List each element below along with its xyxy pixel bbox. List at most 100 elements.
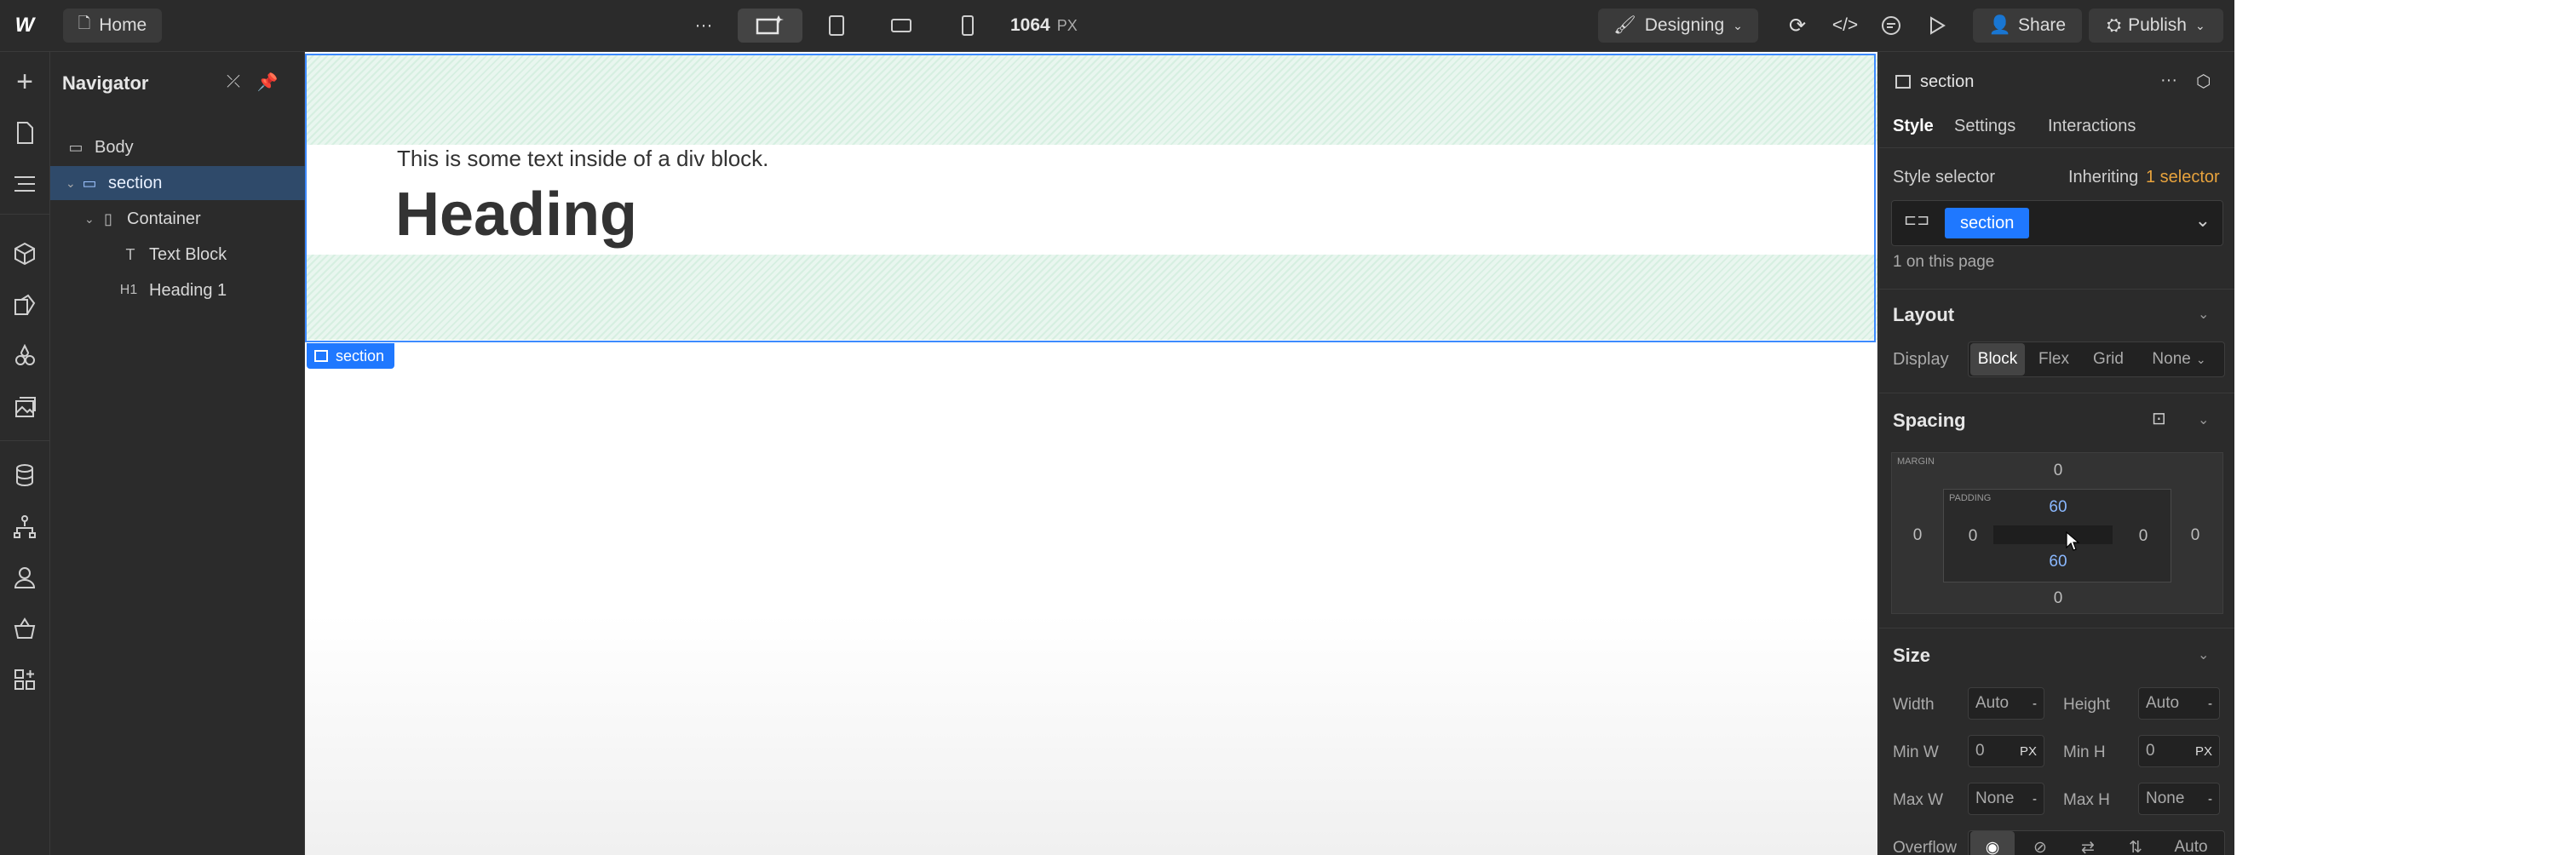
overflow-scroll-option[interactable]: ⇄ xyxy=(2066,831,2110,855)
min-width-input[interactable]: 0 PX xyxy=(1968,735,2044,767)
display-grid-option[interactable]: Grid xyxy=(2083,343,2134,376)
nav-item-container[interactable]: ⌄ ▯ Container xyxy=(50,202,338,236)
panel-more-button[interactable]: ··· xyxy=(2160,71,2177,90)
unit-dropdown-icon[interactable]: - xyxy=(2208,697,2212,711)
users-icon[interactable] xyxy=(9,561,41,594)
preview-button[interactable] xyxy=(1920,9,1954,43)
display-none-dropdown[interactable]: None ⌄ xyxy=(2137,343,2221,376)
play-icon xyxy=(1930,16,1946,35)
chevron-down-icon: ⌄ xyxy=(66,175,76,190)
assets-icon[interactable] xyxy=(9,391,41,423)
share-button[interactable]: 👤 Share xyxy=(1973,9,2082,43)
navigator-icon[interactable] xyxy=(9,168,41,200)
spacing-mode-button[interactable]: ⊡ xyxy=(2152,408,2166,429)
style-panel: section ··· ⬡ Style Settings Interaction… xyxy=(1878,52,2234,855)
unit-dropdown-icon[interactable]: - xyxy=(2033,792,2037,806)
min-width-unit[interactable]: PX xyxy=(2020,744,2037,759)
pages-icon[interactable] xyxy=(9,117,41,149)
size-section-title[interactable]: Size xyxy=(1893,645,1930,667)
section-icon: ▭ xyxy=(82,174,97,192)
apps-icon[interactable] xyxy=(9,663,41,696)
margin-top-value[interactable]: 0 xyxy=(2041,462,2075,480)
sync-button[interactable]: ⟳ xyxy=(1780,9,1814,43)
variables-icon[interactable] xyxy=(9,289,41,321)
margin-label: MARGIN xyxy=(1897,456,1935,467)
margin-left-value[interactable]: 0 xyxy=(1900,526,1935,545)
tab-settings[interactable]: Settings xyxy=(1954,117,2015,136)
tab-interactions[interactable]: Interactions xyxy=(2048,117,2136,136)
comments-button[interactable] xyxy=(1874,9,1908,43)
ecommerce-icon[interactable] xyxy=(9,612,41,645)
publish-button[interactable]: ⛭ Publish ⌄ xyxy=(2089,9,2223,43)
overflow-visible-option[interactable]: ◉ xyxy=(1970,831,2015,855)
overflow-clip-option[interactable]: ⇅ xyxy=(2113,831,2158,855)
display-block-option[interactable]: Block xyxy=(1970,343,2025,376)
container-icon: ▯ xyxy=(104,209,112,227)
display-segmented-control: Block Flex Grid None ⌄ xyxy=(1968,341,2225,377)
height-input[interactable]: Auto - xyxy=(2138,687,2220,720)
mobile-portrait-button[interactable] xyxy=(951,9,985,43)
padding-left-value[interactable]: 0 xyxy=(1956,527,1990,546)
padding-bottom-value[interactable]: 60 xyxy=(2041,553,2075,571)
margin-right-value[interactable]: 0 xyxy=(2178,526,2212,545)
code-button[interactable]: </> xyxy=(1828,9,1862,43)
selected-element-name: section xyxy=(1920,72,1975,91)
nav-item-section[interactable]: ⌄ ▭ section xyxy=(50,166,319,200)
width-label: Width xyxy=(1893,696,1935,714)
width-unit: PX xyxy=(1056,16,1078,34)
variables-glyph-icon xyxy=(14,294,36,315)
style-icon[interactable] xyxy=(9,340,41,372)
logic-icon[interactable] xyxy=(9,510,41,542)
layout-section-title[interactable]: Layout xyxy=(1893,304,1954,326)
display-flex-option[interactable]: Flex xyxy=(2028,343,2079,376)
desktop-breakpoint-button[interactable] xyxy=(738,9,802,43)
on-page-count: 1 on this page xyxy=(1893,253,1995,271)
min-height-unit[interactable]: PX xyxy=(2195,744,2212,759)
more-options-button[interactable]: ··· xyxy=(687,9,721,43)
selector-type-icon: ⊏⊐ xyxy=(1904,211,1930,228)
spacing-section-title[interactable]: Spacing xyxy=(1893,410,1966,432)
add-icon[interactable]: + xyxy=(9,66,41,98)
width-input[interactable]: Auto - xyxy=(1968,687,2044,720)
nav-item-label: Container xyxy=(127,209,201,228)
margin-bottom-value[interactable]: 0 xyxy=(2041,589,2075,608)
chevron-down-icon[interactable]: ⌄ xyxy=(2198,646,2209,663)
selector-field[interactable]: ⊏⊐ section ⌄ xyxy=(1891,200,2223,246)
design-canvas[interactable]: This is some text inside of a div block.… xyxy=(305,52,1877,855)
selector-chip[interactable]: section xyxy=(1945,208,2030,238)
max-width-input[interactable]: None - xyxy=(1968,783,2044,815)
inheriting-count-link[interactable]: 1 selector xyxy=(2146,168,2220,187)
padding-right-value[interactable]: 0 xyxy=(2126,527,2160,546)
overflow-auto-option[interactable]: Auto xyxy=(2161,831,2221,855)
home-page-button[interactable]: 🗋 Home xyxy=(63,9,162,43)
padding-top-value[interactable]: 60 xyxy=(2041,498,2075,517)
max-height-input[interactable]: None - xyxy=(2138,783,2220,815)
tab-style[interactable]: Style xyxy=(1893,117,1934,136)
pin-panel-button[interactable]: 📌 xyxy=(255,69,280,95)
overflow-hidden-option[interactable]: ⊘ xyxy=(2018,831,2062,855)
components-icon[interactable] xyxy=(9,238,41,270)
chevron-down-icon[interactable]: ⌄ xyxy=(2195,209,2211,232)
unit-dropdown-icon[interactable]: - xyxy=(2208,792,2212,806)
chevron-down-icon[interactable]: ⌄ xyxy=(2198,306,2209,323)
chevron-down-icon: ⌄ xyxy=(2194,18,2205,32)
mobile-landscape-button[interactable] xyxy=(884,9,918,43)
nav-item-label: Text Block xyxy=(149,244,227,264)
tablet-breakpoint-button[interactable] xyxy=(819,9,854,43)
min-height-input[interactable]: 0 PX xyxy=(2138,735,2220,767)
webflow-logo[interactable]: W xyxy=(9,10,41,41)
heading-1[interactable]: Heading xyxy=(395,180,637,250)
chevron-down-icon[interactable]: ⌄ xyxy=(2198,411,2209,428)
text-block[interactable]: This is some text inside of a div block. xyxy=(397,146,768,172)
mode-dropdown[interactable]: 🖌 Designing ⌄ xyxy=(1598,9,1758,43)
unit-dropdown-icon[interactable]: - xyxy=(2033,697,2037,711)
cube-settings-icon: ⬡ xyxy=(2196,72,2211,91)
section-label-tag[interactable]: section xyxy=(307,343,395,369)
nav-item-body[interactable]: ▭ Body xyxy=(50,130,319,164)
cms-icon[interactable] xyxy=(9,459,41,491)
collapse-all-button[interactable]: ⤫ xyxy=(221,69,246,95)
eye-icon: ◉ xyxy=(1985,838,2000,855)
element-settings-button[interactable]: ⬡ xyxy=(2196,71,2211,92)
image-assets-icon xyxy=(15,397,36,417)
desktop-star-icon xyxy=(756,15,784,35)
